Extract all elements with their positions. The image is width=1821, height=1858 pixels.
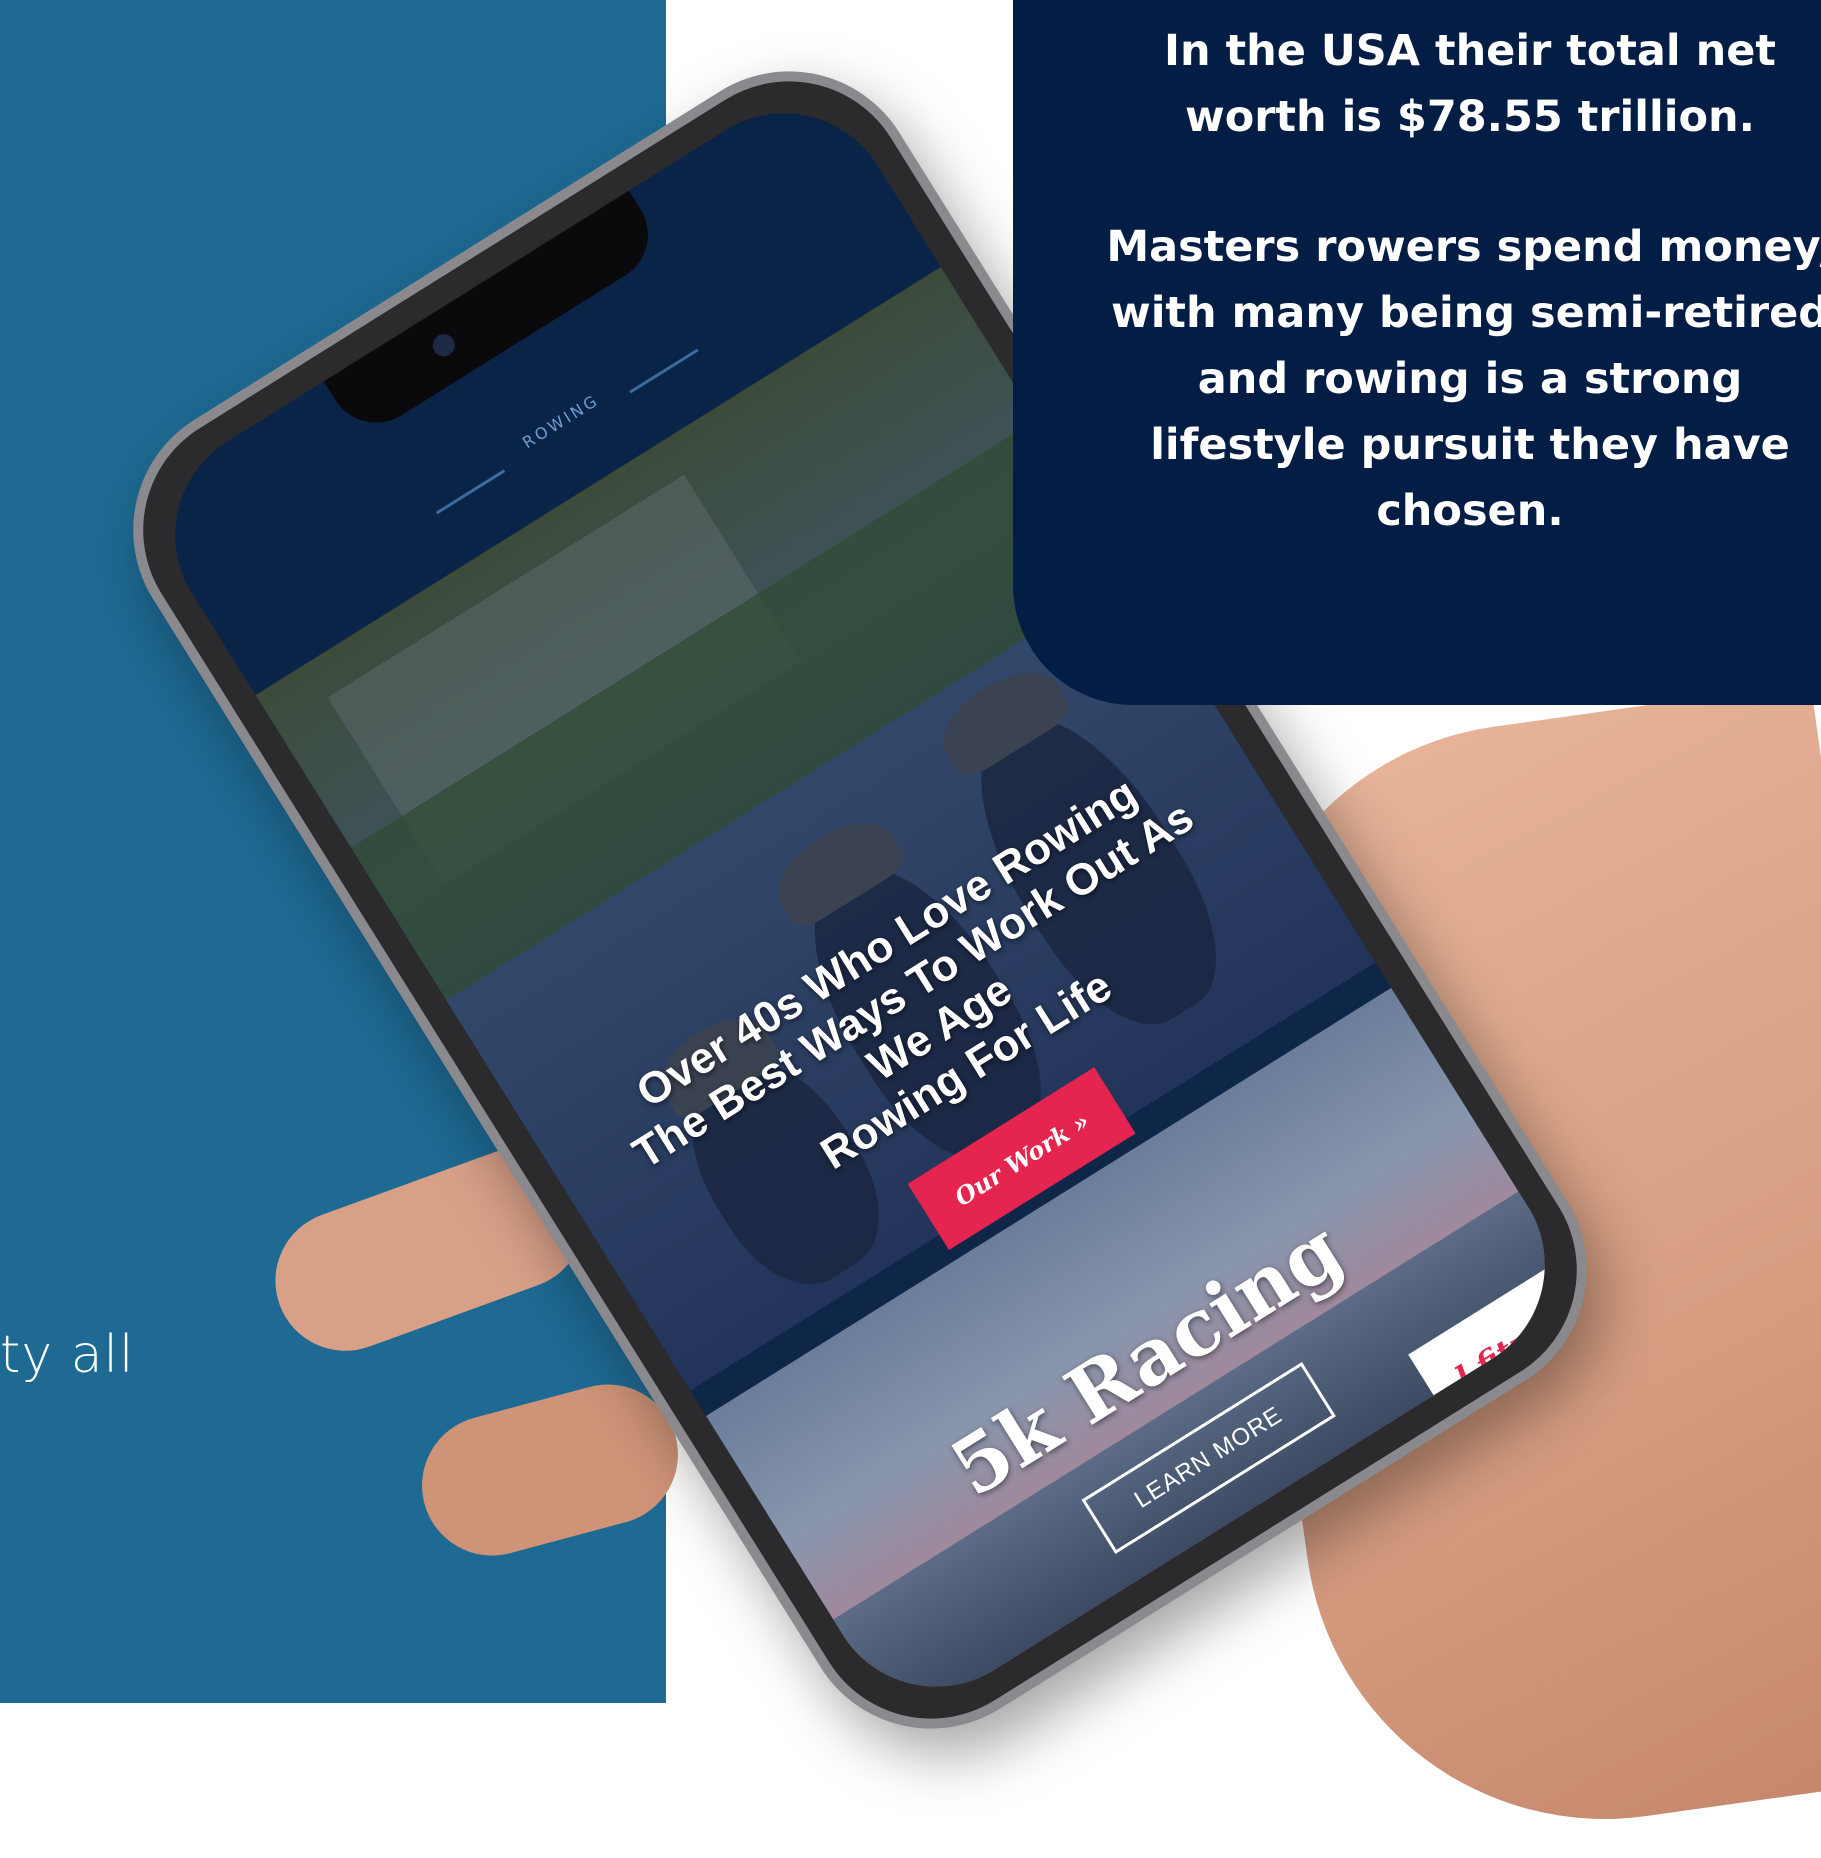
site-logo[interactable]: ROWING (519, 390, 603, 452)
info-paragraph-net-worth: In the USA their total net worth is $78.… (1164, 26, 1776, 142)
logo-line-right (629, 348, 699, 394)
info-card-text: In the USA their total net worth is $78.… (1100, 18, 1821, 608)
side-text-fragment: ty all (0, 1325, 135, 1385)
logo-line-left (435, 469, 506, 515)
camera-icon (428, 330, 459, 361)
info-paragraph-spending: Masters rowers spend money, with many be… (1106, 222, 1821, 536)
